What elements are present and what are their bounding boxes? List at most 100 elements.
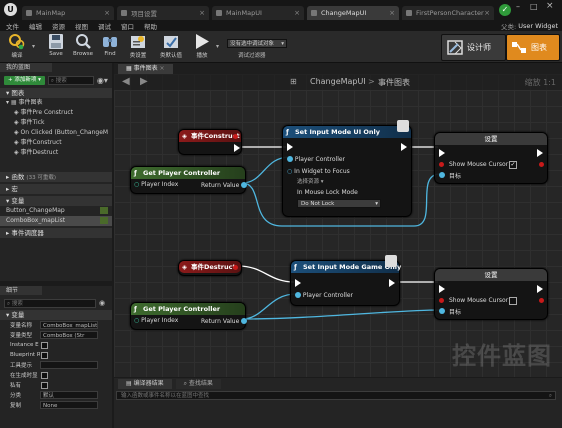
node-set-input-mode-game-only[interactable]: ƒ Set Input Mode Game Only Player Control… bbox=[290, 255, 401, 306]
node-set-show-mouse-cursor-2[interactable]: 设置 Show Mouse Cursor 目标 bbox=[434, 268, 548, 320]
macros-section-header[interactable]: ▸ 宏 bbox=[0, 184, 112, 194]
tab-firstpersoncharacter[interactable]: FirstPersonCharacter × bbox=[402, 6, 494, 20]
target-pin-icon[interactable] bbox=[439, 308, 445, 314]
in-widget-to-focus-pin[interactable]: ○ In Widget to Focus bbox=[287, 168, 350, 175]
exec-out-pin[interactable] bbox=[401, 143, 407, 151]
event-item-preconstruct[interactable]: ◈ 事件Pre Construct bbox=[0, 108, 112, 118]
bool-out-pin[interactable] bbox=[539, 162, 544, 167]
details-tab[interactable]: 细节 bbox=[0, 286, 42, 295]
details-variable-section[interactable]: ▾ 变量 bbox=[0, 310, 112, 320]
player-index-pin[interactable]: ○ Player Index bbox=[134, 181, 178, 188]
show-mouse-cursor-checkbox[interactable] bbox=[509, 297, 517, 305]
exec-in-pin[interactable] bbox=[295, 279, 301, 287]
node-set-show-mouse-cursor-1[interactable]: 设置 Show Mouse Cursor ✓ 目标 bbox=[434, 132, 548, 184]
debug-filter-select[interactable]: 没有选中调试对象 ▾ bbox=[227, 39, 287, 48]
close-icon[interactable]: × bbox=[104, 9, 110, 17]
node-set-input-mode-ui-only[interactable]: ƒ Set Input Mode UI Only Player Controlle… bbox=[282, 120, 412, 217]
menu-help[interactable]: 帮助 bbox=[144, 21, 157, 31]
search-input[interactable]: ⌕ 搜索 bbox=[47, 75, 94, 85]
mouse-lock-mode-select[interactable]: Do Not Lock ▾ bbox=[297, 199, 381, 208]
delegate-pin[interactable] bbox=[233, 134, 238, 139]
node-event-destruct[interactable]: ◈ 事件Destruct bbox=[178, 260, 242, 276]
find-in-blueprint-input[interactable]: 输入函数或事件名称以在蓝图中查找 ⌕ bbox=[116, 391, 556, 400]
compile-button[interactable]: 编译 bbox=[4, 32, 30, 61]
details-row-checkbox[interactable] bbox=[41, 341, 48, 349]
exec-in-pin[interactable] bbox=[439, 149, 445, 157]
find-results-tab[interactable]: ⌕ 查找结果 bbox=[175, 378, 221, 389]
close-icon[interactable]: × bbox=[294, 9, 300, 17]
menu-window[interactable]: 窗口 bbox=[121, 21, 134, 31]
event-graph-item[interactable]: ▾ ▦ 事件图表 bbox=[0, 98, 112, 108]
menu-debug[interactable]: 调试 bbox=[98, 21, 111, 31]
source-control-icon[interactable]: ✓ bbox=[499, 4, 511, 16]
bool-pin-icon[interactable] bbox=[439, 162, 444, 167]
exec-out-pin[interactable] bbox=[537, 149, 543, 157]
class-settings-button[interactable]: 类设置 bbox=[125, 32, 151, 61]
details-row-value[interactable] bbox=[40, 361, 98, 369]
visibility-icon[interactable] bbox=[100, 217, 108, 224]
exec-out-pin[interactable] bbox=[389, 279, 395, 287]
tab-mainmap[interactable]: MainMap × bbox=[22, 6, 114, 20]
functions-section-header[interactable]: ▸ 函数 (33 可重载) bbox=[0, 172, 112, 182]
event-item-onclicked[interactable]: ◈ On Clicked (Button_ChangeM bbox=[0, 128, 112, 138]
node-event-construct[interactable]: ◈ 事件Construct bbox=[178, 129, 242, 155]
close-icon[interactable]: × bbox=[199, 9, 205, 17]
menu-asset[interactable]: 资源 bbox=[52, 21, 65, 31]
designer-mode-button[interactable]: 设计师 bbox=[441, 34, 506, 61]
menu-edit[interactable]: 编辑 bbox=[29, 21, 42, 31]
bool-pin-icon[interactable] bbox=[439, 298, 444, 303]
graph-mode-button[interactable]: 图表 bbox=[506, 34, 560, 61]
return-value-pin[interactable]: Return Value bbox=[201, 317, 248, 325]
show-mouse-cursor-checkbox[interactable]: ✓ bbox=[509, 161, 517, 169]
exec-out-pin[interactable] bbox=[537, 285, 543, 293]
target-pin-icon[interactable] bbox=[439, 172, 445, 178]
play-button[interactable]: 播放 bbox=[189, 32, 215, 61]
in-mouse-lock-mode-pin[interactable]: In Mouse Lock Mode bbox=[297, 189, 358, 196]
find-button[interactable]: Find bbox=[97, 32, 123, 61]
select-asset-dropdown[interactable]: 选择资源 ▾ bbox=[297, 177, 324, 185]
close-icon[interactable]: × bbox=[389, 9, 395, 17]
bool-out-pin[interactable] bbox=[539, 298, 544, 303]
menu-view[interactable]: 视图 bbox=[75, 21, 88, 31]
details-row-value[interactable]: None bbox=[40, 401, 98, 409]
delegate-pin[interactable] bbox=[233, 265, 238, 270]
event-item-tick[interactable]: ◈ 事件Tick bbox=[0, 118, 112, 128]
save-button[interactable]: Save bbox=[43, 32, 69, 61]
compile-options-dropdown[interactable]: ▾ bbox=[32, 43, 35, 50]
variable-item-button-changemap[interactable]: Button_ChangeMap bbox=[0, 206, 112, 216]
close-window-button[interactable]: × bbox=[546, 1, 554, 11]
details-search-input[interactable]: ⌕ 搜索 bbox=[4, 298, 96, 308]
variable-item-combobox-maplist[interactable]: ComboBox_mapList bbox=[0, 216, 112, 226]
browse-button[interactable]: Browse bbox=[70, 32, 96, 61]
maximize-button[interactable]: □ bbox=[530, 2, 538, 11]
details-row-value[interactable]: ComboBox (Str bbox=[40, 331, 98, 339]
graphs-section-header[interactable]: ▾ 图表 bbox=[0, 88, 112, 98]
add-new-button[interactable]: + 添加新项 ▾ bbox=[4, 75, 45, 85]
minimize-button[interactable]: – bbox=[516, 2, 520, 11]
variables-section-header[interactable]: ▾ 变量 bbox=[0, 196, 112, 206]
event-graph-tab[interactable]: ▦ 事件图表 × bbox=[118, 64, 173, 74]
visibility-icon[interactable] bbox=[100, 207, 108, 214]
my-blueprint-tab[interactable]: 我的蓝图 bbox=[0, 63, 52, 72]
details-row-value[interactable]: 默认 bbox=[40, 391, 98, 399]
close-icon[interactable]: × bbox=[484, 9, 490, 17]
tab-changemapui[interactable]: ChangeMapUI × bbox=[307, 6, 399, 20]
close-icon[interactable]: × bbox=[160, 65, 165, 72]
exec-out-pin[interactable] bbox=[234, 144, 240, 152]
view-options-icon[interactable]: ◉▾ bbox=[97, 76, 108, 85]
event-dispatchers-section-header[interactable]: ▸ 事件调度器 bbox=[0, 228, 112, 238]
player-index-pin[interactable]: ○ Player Index bbox=[134, 317, 178, 324]
exec-in-pin[interactable] bbox=[439, 285, 445, 293]
details-row-checkbox[interactable] bbox=[41, 371, 48, 379]
view-options-icon[interactable]: ◉ bbox=[99, 299, 105, 307]
event-item-construct[interactable]: ◈ 事件Construct bbox=[0, 138, 112, 148]
search-icon[interactable]: ⌕ bbox=[549, 392, 552, 401]
menu-file[interactable]: 文件 bbox=[6, 21, 19, 31]
player-controller-pin[interactable]: Player Controller bbox=[287, 155, 345, 163]
play-options-dropdown[interactable]: ▾ bbox=[216, 43, 219, 50]
details-row-checkbox[interactable] bbox=[41, 351, 48, 359]
details-row-checkbox[interactable] bbox=[41, 381, 48, 389]
exec-in-pin[interactable] bbox=[287, 143, 293, 151]
player-controller-pin[interactable]: Player Controller bbox=[295, 291, 353, 299]
parent-class-link[interactable]: User Widget bbox=[518, 22, 558, 30]
